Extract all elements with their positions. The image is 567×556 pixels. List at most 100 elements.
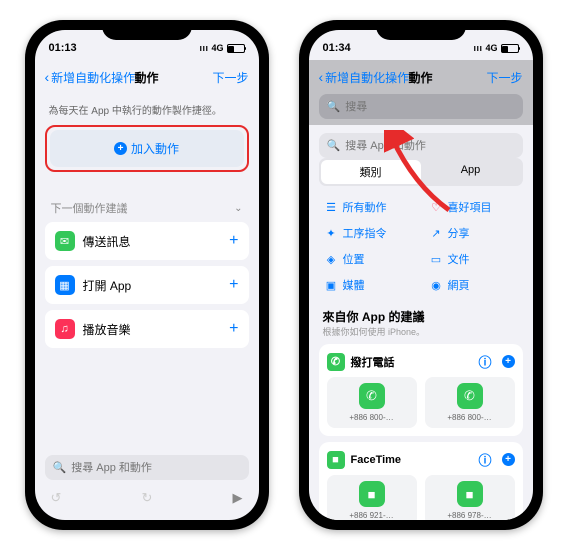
info-icon[interactable]: ⓘ (478, 352, 491, 371)
redo-icon[interactable]: ↻ (142, 490, 153, 506)
music-icon: ♫ (55, 319, 75, 339)
phone-icon: ✆ (327, 353, 345, 371)
app-icon: ▦ (55, 275, 75, 295)
contact-label: +886 978-… (447, 511, 491, 520)
recommendation-card: ✆ 撥打電話 ⓘ + ✆ +886 800-… ✆ +886 800-… (319, 344, 523, 436)
status-time: 01:34 (323, 42, 351, 54)
suggestion-item[interactable]: ♫ 播放音樂 + (45, 310, 249, 348)
next-button[interactable]: 下一步 (486, 69, 522, 86)
phone-right: 01:34 ııı 4G ‹ 新增自動化操作 動作 下一步 🔍 🔍 (299, 20, 543, 530)
add-action-highlight: + 加入動作 (45, 125, 249, 172)
nav-search-bar[interactable]: 🔍 (319, 94, 523, 119)
web-icon: ◉ (430, 279, 443, 292)
location-icon: ◈ (325, 253, 338, 266)
search-input[interactable] (345, 140, 514, 152)
document-icon: ▭ (430, 253, 443, 266)
nav-search-input[interactable] (345, 101, 514, 113)
search-below-nav: 🔍 (309, 94, 533, 125)
network-label: 4G (485, 43, 497, 53)
suggestion-item[interactable]: ▦ 打開 App + (45, 266, 249, 304)
contact-label: +886 800-… (447, 413, 491, 422)
suggestion-item[interactable]: ✉ 傳送訊息 + (45, 222, 249, 260)
plus-circle-icon: + (114, 142, 127, 155)
segment-app[interactable]: App (421, 160, 521, 184)
suggestion-label: 播放音樂 (83, 321, 222, 338)
contact-row: ■ +886 921-… ■ +886 978-… (327, 469, 515, 520)
undo-icon[interactable]: ↺ (51, 490, 62, 506)
add-icon[interactable]: + (502, 355, 515, 368)
nav-title: 動作 (408, 69, 432, 86)
message-icon: ✉ (55, 231, 75, 251)
bottom-section: 🔍 ↺ ↻ ▶ (45, 449, 249, 510)
add-action-label: 加入動作 (131, 140, 179, 157)
status-right: ııı 4G (473, 43, 518, 53)
suggestions-header[interactable]: 下一個動作建議 ⌄ (45, 182, 249, 222)
add-icon[interactable]: + (229, 276, 238, 294)
category-item[interactable]: ▭文件 (430, 248, 517, 270)
notch (376, 20, 466, 40)
battery-icon (501, 44, 519, 53)
phone-left: 01:13 ııı 4G ‹ 新增自動化操作 動作 下一步 為每天在 App 中… (25, 20, 269, 530)
battery-icon (227, 44, 245, 53)
category-item[interactable]: ◈位置 (325, 248, 412, 270)
description-text: 為每天在 App 中執行的動作製作捷徑。 (45, 94, 249, 125)
chevron-left-icon: ‹ (45, 69, 50, 85)
content-area: 為每天在 App 中執行的動作製作捷徑。 + 加入動作 下一個動作建議 ⌄ ✉ … (35, 94, 259, 520)
phone-icon: ✆ (359, 383, 385, 409)
contact-item[interactable]: ■ +886 921-… (327, 475, 417, 520)
recommendations-subtitle: 根據你如何使用 iPhone。 (319, 325, 523, 344)
search-bar[interactable]: 🔍 (319, 133, 523, 158)
add-icon[interactable]: + (229, 320, 238, 338)
toolbar: ↺ ↻ ▶ (45, 486, 249, 510)
segment-control[interactable]: 類別 App (319, 158, 523, 186)
content-area: 🔍 類別 App ☰所有動作 ♡喜好項目 ✦工序指令 ↗分享 ◈位置 ▭文件 ▣… (309, 125, 533, 520)
nav-bar: ‹ 新增自動化操作 動作 下一步 (309, 60, 533, 94)
add-action-button[interactable]: + 加入動作 (50, 130, 244, 167)
back-button[interactable]: ‹ 新增自動化操作 (319, 69, 410, 86)
category-item[interactable]: ▣媒體 (325, 274, 412, 296)
card-header: ✆ 撥打電話 ⓘ + (327, 352, 515, 371)
suggestion-label: 打開 App (83, 277, 222, 294)
list-icon: ☰ (325, 201, 338, 214)
script-icon: ✦ (325, 227, 338, 240)
recommendation-card: ■ FaceTime ⓘ + ■ +886 921-… ■ +886 978-… (319, 442, 523, 520)
contact-label: +886 800-… (349, 413, 393, 422)
screen-right: 01:34 ııı 4G ‹ 新增自動化操作 動作 下一步 🔍 🔍 (309, 30, 533, 520)
category-item[interactable]: ◉網頁 (430, 274, 517, 296)
category-item[interactable]: ♡喜好項目 (430, 196, 517, 218)
contact-item[interactable]: ✆ +886 800-… (425, 377, 515, 428)
search-input[interactable] (71, 462, 240, 474)
contact-item[interactable]: ■ +886 978-… (425, 475, 515, 520)
facetime-icon: ■ (359, 481, 385, 507)
share-icon: ↗ (430, 227, 443, 240)
search-icon: 🔍 (327, 139, 341, 152)
recommendations-title: 來自你 App 的建議 (319, 304, 523, 325)
network-label: 4G (211, 43, 223, 53)
facetime-icon: ■ (327, 451, 345, 469)
category-item[interactable]: ✦工序指令 (325, 222, 412, 244)
add-icon[interactable]: + (229, 232, 238, 250)
segment-category[interactable]: 類別 (321, 160, 421, 184)
signal-icon: ııı (199, 43, 208, 53)
chevron-down-icon: ⌄ (234, 203, 242, 214)
heart-icon: ♡ (430, 201, 443, 214)
card-title: FaceTime (351, 454, 402, 466)
back-button[interactable]: ‹ 新增自動化操作 (45, 69, 136, 86)
status-right: ııı 4G (199, 43, 244, 53)
suggestion-label: 傳送訊息 (83, 233, 222, 250)
search-bar[interactable]: 🔍 (45, 455, 249, 480)
play-icon[interactable]: ▶ (233, 490, 243, 506)
nav-title: 動作 (134, 69, 158, 86)
category-item[interactable]: ☰所有動作 (325, 196, 412, 218)
search-icon: 🔍 (327, 100, 341, 113)
category-grid: ☰所有動作 ♡喜好項目 ✦工序指令 ↗分享 ◈位置 ▭文件 ▣媒體 ◉網頁 (319, 194, 523, 304)
phone-icon: ✆ (457, 383, 483, 409)
add-icon[interactable]: + (502, 453, 515, 466)
media-icon: ▣ (325, 279, 338, 292)
contact-item[interactable]: ✆ +886 800-… (327, 377, 417, 428)
card-header: ■ FaceTime ⓘ + (327, 450, 515, 469)
next-button[interactable]: 下一步 (212, 69, 248, 86)
search-icon: 🔍 (53, 461, 67, 474)
info-icon[interactable]: ⓘ (478, 450, 491, 469)
category-item[interactable]: ↗分享 (430, 222, 517, 244)
